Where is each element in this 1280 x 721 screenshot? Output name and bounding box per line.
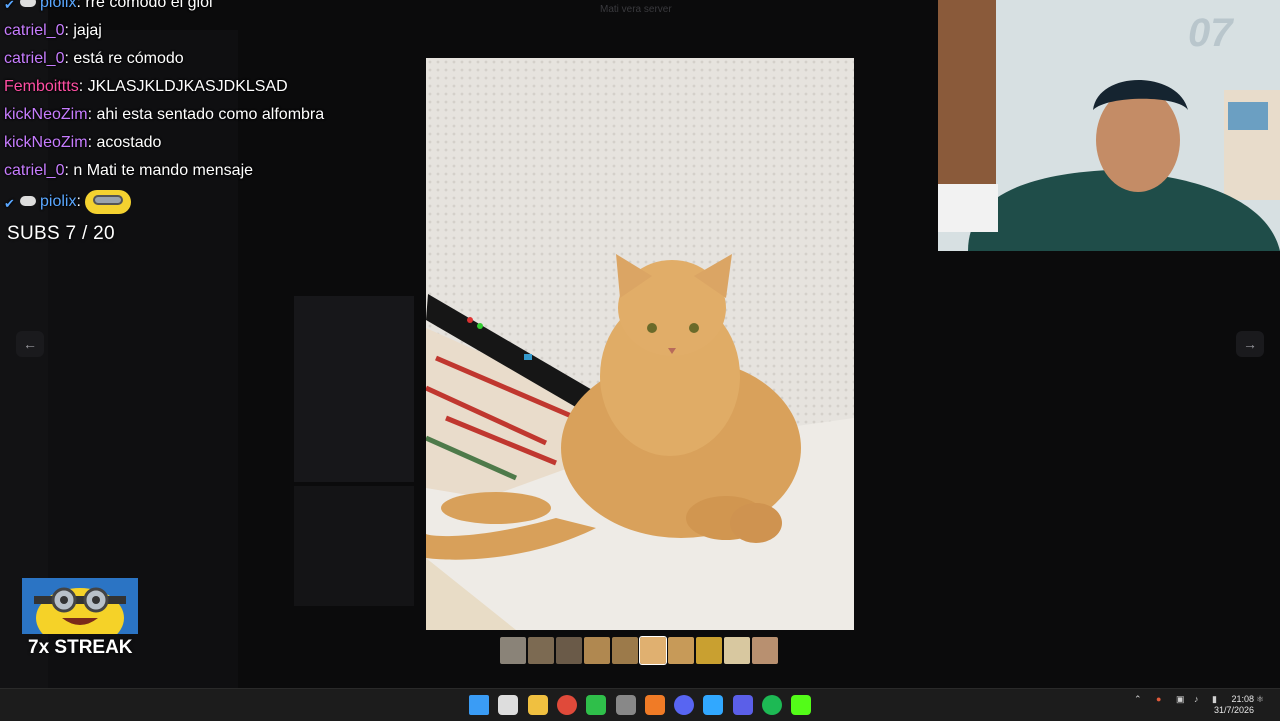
- file-explorer-icon[interactable]: [527, 695, 548, 715]
- viewer-title: Mati vera server: [600, 4, 672, 15]
- cat-photo: [426, 58, 854, 630]
- arrow-left-icon[interactable]: ←: [16, 331, 44, 357]
- verified-badge-icon: ✔: [4, 196, 15, 211]
- photoshop-icon[interactable]: [703, 695, 724, 715]
- chat-text: ahi esta sentado como alfombra: [96, 106, 325, 123]
- microphone-icon[interactable]: ●: [1156, 694, 1161, 704]
- minion-emote: [85, 190, 132, 214]
- network-icon[interactable]: ▣: [1176, 694, 1185, 705]
- chat-text: acostado: [96, 134, 162, 151]
- chat-text: n Mati te mando mensaje: [73, 162, 254, 179]
- chat-username[interactable]: catriel_0: [4, 50, 64, 67]
- subs-goal-counter: SUBS 7 / 20: [7, 223, 115, 244]
- search-icon[interactable]: [498, 695, 519, 715]
- chat-username[interactable]: kickNeoZim: [4, 134, 88, 151]
- chat-username[interactable]: catriel_0: [4, 22, 64, 39]
- streak-counter: 7x STREAK: [28, 637, 133, 658]
- thumbnail-item[interactable]: [500, 637, 526, 664]
- chat-text: rre comodo el giol: [85, 0, 213, 11]
- chat-message: ✔ piolix: rre comodo el giol: [4, 0, 213, 12]
- thumbnail-item[interactable]: [584, 637, 610, 664]
- minion-streak-image: [22, 578, 138, 634]
- chat-username[interactable]: piolix: [40, 193, 76, 210]
- volume-icon[interactable]: ♪: [1194, 694, 1199, 704]
- chat-message: kickNeoZim: ahi esta sentado como alfomb…: [4, 106, 324, 124]
- chat-username[interactable]: piolix: [40, 0, 76, 11]
- chat-username[interactable]: catriel_0: [4, 162, 64, 179]
- thumbnail-item[interactable]: [752, 637, 778, 664]
- thumbnail-item[interactable]: [696, 637, 722, 664]
- cat-photo-illustration: [426, 58, 854, 630]
- clock-date: 31/7/2026: [1213, 705, 1254, 715]
- windows-start-icon[interactable]: [469, 695, 489, 715]
- arrow-right-icon[interactable]: →: [1236, 331, 1264, 357]
- chat-message: kickNeoZim: acostado: [4, 134, 161, 152]
- chat-message: ✔ piolix:: [4, 190, 132, 214]
- windows-taskbar: ⌃ ● ▣ ♪ ▮ 21:08 31/7/2026 ⚛: [0, 688, 1280, 721]
- sunglasses-badge-icon: [20, 0, 36, 7]
- chat-message: Femboittts: JKLASJKLDJKASJDKLSAD: [4, 78, 288, 96]
- chat-text: jajaj: [73, 22, 102, 39]
- clock-time: 21:08: [1231, 694, 1254, 704]
- v-app-icon[interactable]: [732, 695, 753, 715]
- thumbnail-item[interactable]: [612, 637, 638, 664]
- discord-icon[interactable]: [674, 695, 695, 715]
- streamer-webcam: 07: [938, 0, 1280, 251]
- thumbnail-item[interactable]: [639, 636, 667, 665]
- message-preview-block: [294, 486, 414, 606]
- brave-icon[interactable]: [644, 695, 665, 715]
- chat-separator: :: [76, 193, 86, 211]
- chrome-icon[interactable]: [556, 695, 577, 715]
- kick-icon[interactable]: [791, 695, 812, 715]
- sunglasses-badge-icon: [20, 196, 36, 206]
- chat-text: está re cómodo: [73, 50, 184, 67]
- system-clock[interactable]: 21:08 31/7/2026: [1214, 694, 1254, 716]
- svg-text:07: 07: [1188, 11, 1234, 55]
- chevron-up-icon[interactable]: ⌃: [1134, 694, 1142, 705]
- chat-message: catriel_0: n Mati te mando mensaje: [4, 162, 253, 180]
- game-icon[interactable]: [586, 695, 607, 715]
- thumbnail-item[interactable]: [668, 637, 694, 664]
- verified-badge-icon: ✔: [4, 0, 15, 12]
- message-preview-block: [294, 296, 414, 482]
- thumbnail-item[interactable]: [724, 637, 750, 664]
- chat-message: catriel_0: está re cómodo: [4, 50, 184, 68]
- thumbnail-item[interactable]: [556, 637, 582, 664]
- chat-username[interactable]: Femboittts: [4, 78, 79, 95]
- spotify-icon[interactable]: [762, 695, 782, 715]
- chat-text: JKLASJKLDJKASJDKLSAD: [87, 78, 288, 95]
- settings-icon[interactable]: [615, 695, 636, 715]
- chat-username[interactable]: kickNeoZim: [4, 106, 88, 123]
- thumbnail-item[interactable]: [528, 637, 554, 664]
- chat-separator: :: [78, 78, 88, 95]
- chat-message: catriel_0: jajaj: [4, 22, 102, 40]
- notification-bell-icon[interactable]: ⚛: [1256, 694, 1264, 705]
- thumbnail-strip: [500, 636, 778, 665]
